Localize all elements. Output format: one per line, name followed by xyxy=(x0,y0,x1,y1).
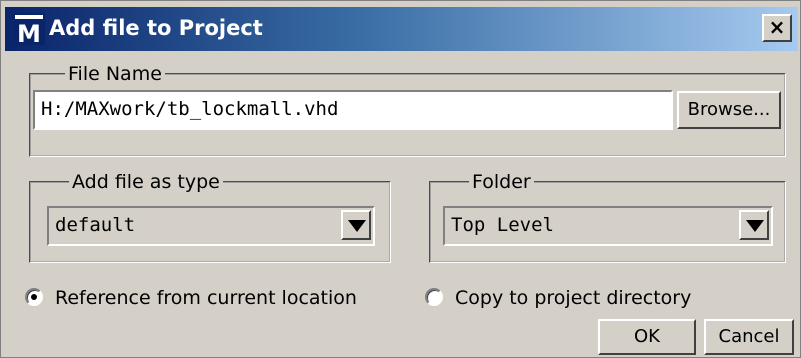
app-logo-icon: M xyxy=(13,13,45,45)
file-type-value: default xyxy=(55,214,136,236)
chevron-down-icon[interactable] xyxy=(341,210,371,240)
reference-label: Reference from current location xyxy=(55,287,357,309)
close-button[interactable]: × xyxy=(762,14,792,42)
file-type-select[interactable]: default xyxy=(47,206,375,246)
reference-radio[interactable] xyxy=(25,288,43,306)
window-title: Add file to Project xyxy=(49,16,263,40)
svg-text:M: M xyxy=(17,20,41,45)
folder-legend: Folder xyxy=(469,170,534,194)
cancel-button[interactable]: Cancel xyxy=(704,319,794,355)
title-bar[interactable]: M Add file to Project × xyxy=(5,7,798,51)
reference-option[interactable]: Reference from current location xyxy=(25,285,385,311)
copy-option[interactable]: Copy to project directory xyxy=(425,285,725,311)
copy-label: Copy to project directory xyxy=(455,287,692,309)
file-type-legend: Add file as type xyxy=(69,170,223,194)
ok-button[interactable]: OK xyxy=(598,319,696,355)
file-path-input[interactable]: H:/MAXwork/tb_lockmall.vhd xyxy=(33,90,673,130)
file-name-legend: File Name xyxy=(65,62,165,86)
folder-select[interactable]: Top Level xyxy=(443,206,773,246)
copy-radio[interactable] xyxy=(425,288,443,306)
add-file-dialog: M Add file to Project × File Name H:/MAX… xyxy=(0,0,801,358)
chevron-down-icon[interactable] xyxy=(739,210,769,240)
folder-value: Top Level xyxy=(451,214,554,236)
browse-button[interactable]: Browse... xyxy=(677,91,781,129)
